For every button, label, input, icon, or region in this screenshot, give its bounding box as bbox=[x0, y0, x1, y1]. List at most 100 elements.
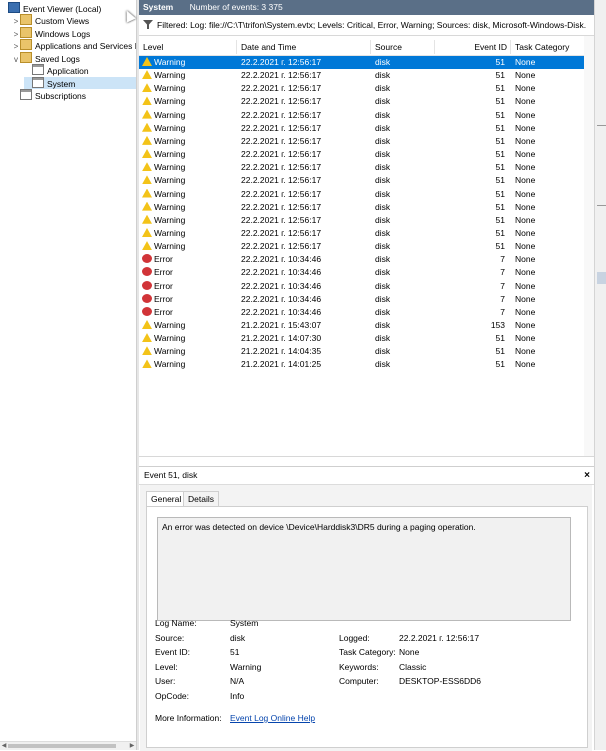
event-row[interactable]: Warning 22.2.2021 г. 12:56:17 disk 51 None bbox=[139, 95, 584, 108]
property-value[interactable]: System bbox=[230, 618, 258, 628]
event-row[interactable]: Warning 22.2.2021 г. 12:56:17 disk 51 None bbox=[139, 240, 584, 253]
online-help-link[interactable]: Event Log Online Help bbox=[230, 713, 315, 723]
property-label: Level: bbox=[155, 662, 178, 672]
grid-scrollbar[interactable] bbox=[584, 36, 594, 456]
cell-date: 21.2.2021 г. 14:01:25 bbox=[241, 359, 322, 370]
property-value[interactable]: N/A bbox=[230, 676, 244, 686]
row-level: Error bbox=[154, 254, 173, 265]
cell-task: None bbox=[515, 122, 536, 133]
event-row[interactable]: Error 22.2.2021 г. 10:34:46 disk 7 None bbox=[139, 280, 584, 293]
property-value[interactable]: 51 bbox=[230, 647, 239, 657]
property-value[interactable]: None bbox=[399, 647, 419, 657]
log-header: System Number of events: 3 375 bbox=[139, 0, 594, 15]
column-header-task-category[interactable]: Task Category bbox=[511, 40, 585, 54]
event-row[interactable]: Warning 22.2.2021 г. 12:56:17 disk 51 None bbox=[139, 201, 584, 214]
tree-item-label: Saved Logs bbox=[35, 54, 80, 64]
folder-icon bbox=[20, 14, 32, 25]
cell-source: disk bbox=[375, 254, 391, 265]
collapse-chevron-icon[interactable]: v bbox=[12, 54, 20, 64]
cell-id: 51 bbox=[495, 96, 505, 107]
scroll-right-icon[interactable]: ▶ bbox=[128, 742, 136, 750]
event-row[interactable]: Warning 22.2.2021 г. 12:56:17 disk 51 None bbox=[139, 174, 584, 187]
event-row[interactable]: Warning 22.2.2021 г. 12:56:17 disk 51 None bbox=[139, 56, 584, 69]
tab-general[interactable]: General bbox=[146, 491, 187, 507]
cell-id: 7 bbox=[500, 306, 505, 317]
tree-item-label: Subscriptions bbox=[35, 91, 87, 101]
expand-chevron-icon[interactable]: > bbox=[12, 29, 20, 39]
tree-item-applications-and-services-lo[interactable]: > Applications and Services Lo bbox=[12, 39, 136, 51]
tab-details[interactable]: Details bbox=[183, 491, 219, 507]
scrollbar-thumb[interactable] bbox=[8, 744, 116, 748]
property-value[interactable]: DESKTOP-ESS6DD6 bbox=[399, 676, 481, 686]
expand-chevron-icon[interactable]: > bbox=[12, 41, 20, 51]
event-row[interactable]: Warning 21.2.2021 г. 14:04:35 disk 51 None bbox=[139, 345, 584, 358]
scroll-left-icon[interactable]: ◀ bbox=[0, 742, 8, 750]
tree-item-application[interactable]: Application bbox=[24, 64, 136, 76]
event-row[interactable]: Warning 22.2.2021 г. 12:56:17 disk 51 None bbox=[139, 109, 584, 122]
column-header-event-id[interactable]: Event ID bbox=[435, 40, 511, 54]
property-value[interactable]: 22.2.2021 г. 12:56:17 bbox=[399, 633, 479, 643]
warning-icon bbox=[142, 359, 152, 369]
row-level: Warning bbox=[154, 188, 186, 199]
tree-item-system[interactable]: System bbox=[24, 77, 136, 89]
cell-id: 51 bbox=[495, 201, 505, 212]
tree-item-saved-logs[interactable]: v Saved Logs bbox=[12, 52, 136, 64]
event-row[interactable]: Warning 22.2.2021 г. 12:56:17 disk 51 None bbox=[139, 148, 584, 161]
cell-id: 51 bbox=[495, 333, 505, 344]
cell-date: 22.2.2021 г. 10:34:46 bbox=[241, 306, 322, 317]
cell-level: Warning bbox=[142, 95, 234, 108]
cell-task: None bbox=[515, 293, 536, 304]
event-row[interactable]: Warning 22.2.2021 г. 12:56:17 disk 51 None bbox=[139, 69, 584, 82]
tree-item-subscriptions[interactable]: Subscriptions bbox=[12, 89, 136, 101]
property-value[interactable]: disk bbox=[230, 633, 245, 643]
event-row[interactable]: Warning 22.2.2021 г. 12:56:17 disk 51 None bbox=[139, 135, 584, 148]
cell-level: Warning bbox=[142, 135, 234, 148]
event-row[interactable]: Error 22.2.2021 г. 10:34:46 disk 7 None bbox=[139, 253, 584, 266]
property-label: User: bbox=[155, 676, 176, 686]
expand-chevron-icon[interactable]: > bbox=[12, 16, 20, 26]
event-row[interactable]: Error 22.2.2021 г. 10:34:46 disk 7 None bbox=[139, 293, 584, 306]
event-row[interactable]: Warning 22.2.2021 г. 12:56:17 disk 51 None bbox=[139, 214, 584, 227]
event-row[interactable]: Warning 22.2.2021 г. 12:56:17 disk 51 None bbox=[139, 188, 584, 201]
event-row[interactable]: Warning 21.2.2021 г. 14:07:30 disk 51 None bbox=[139, 332, 584, 345]
cell-task: None bbox=[515, 149, 536, 160]
cell-task: None bbox=[515, 162, 536, 173]
event-row[interactable]: Warning 21.2.2021 г. 15:43:07 disk 153 None bbox=[139, 319, 584, 332]
property-label: Source: bbox=[155, 633, 185, 643]
tree-item-event-viewer-local[interactable]: Event Viewer (Local) bbox=[0, 2, 136, 14]
warning-icon bbox=[142, 122, 152, 132]
cell-source: disk bbox=[375, 135, 391, 146]
row-level: Warning bbox=[154, 346, 186, 357]
event-row[interactable]: Warning 22.2.2021 г. 12:56:17 disk 51 None bbox=[139, 82, 584, 95]
event-row[interactable]: Warning 22.2.2021 г. 12:56:17 disk 51 None bbox=[139, 161, 584, 174]
cell-id: 51 bbox=[495, 162, 505, 173]
column-header-source[interactable]: Source bbox=[371, 40, 435, 54]
cell-level: Warning bbox=[142, 161, 234, 174]
tree-item-windows-logs[interactable]: > Windows Logs bbox=[12, 27, 136, 39]
cell-source: disk bbox=[375, 109, 391, 120]
cell-task: None bbox=[515, 267, 536, 278]
property-value[interactable]: Classic bbox=[399, 662, 426, 672]
property-value[interactable]: Warning bbox=[230, 662, 261, 672]
cell-level: Warning bbox=[142, 148, 234, 161]
cell-source: disk bbox=[375, 96, 391, 107]
event-row[interactable]: Error 22.2.2021 г. 10:34:46 disk 7 None bbox=[139, 266, 584, 279]
close-icon[interactable]: × bbox=[584, 467, 590, 484]
event-row[interactable]: Warning 22.2.2021 г. 12:56:17 disk 51 None bbox=[139, 122, 584, 135]
column-header-level[interactable]: Level bbox=[139, 40, 237, 54]
cell-id: 51 bbox=[495, 359, 505, 370]
event-message[interactable]: An error was detected on device \Device\… bbox=[157, 517, 571, 621]
event-row[interactable]: Warning 21.2.2021 г. 14:01:25 disk 51 None bbox=[139, 358, 584, 371]
event-row[interactable]: Error 22.2.2021 г. 10:34:46 disk 7 None bbox=[139, 306, 584, 319]
cell-date: 22.2.2021 г. 12:56:17 bbox=[241, 162, 322, 173]
tree-item-custom-views[interactable]: > Custom Views bbox=[12, 14, 136, 26]
column-header-date-and-time[interactable]: Date and Time bbox=[237, 40, 371, 54]
cell-source: disk bbox=[375, 227, 391, 238]
tree-horizontal-scrollbar[interactable]: ◀ ▶ bbox=[0, 741, 136, 750]
cell-task: None bbox=[515, 135, 536, 146]
subscriptions-icon bbox=[20, 89, 32, 100]
cell-source: disk bbox=[375, 83, 391, 94]
event-row[interactable]: Warning 22.2.2021 г. 12:56:17 disk 51 None bbox=[139, 227, 584, 240]
cell-task: None bbox=[515, 70, 536, 81]
property-value[interactable]: Info bbox=[230, 691, 244, 701]
